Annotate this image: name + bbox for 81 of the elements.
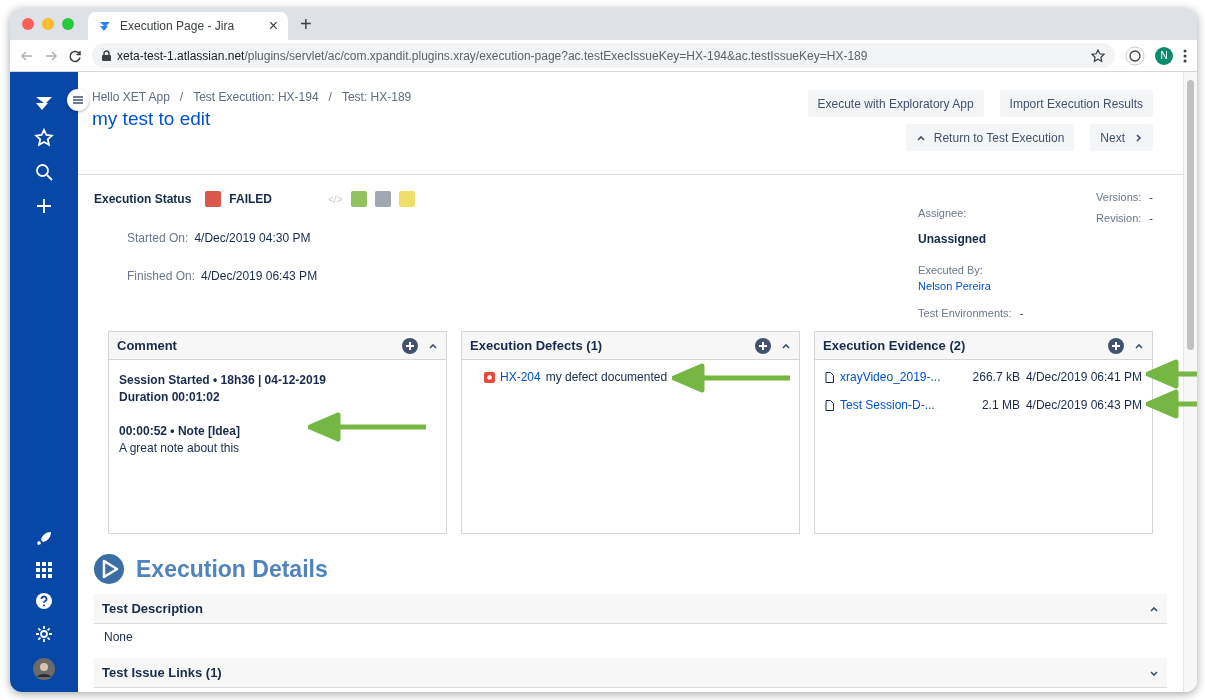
tab-title: Execution Page - Jira	[120, 19, 236, 33]
annotation-arrow	[1146, 359, 1197, 389]
annotation-arrow	[1146, 389, 1197, 419]
comment-text: Session Started • 18h36 | 04-12-2019	[119, 372, 326, 389]
close-tab-button[interactable]: ×	[268, 17, 278, 35]
add-icon[interactable]	[755, 337, 771, 354]
executed-by-link[interactable]: Nelson Pereira	[918, 280, 1097, 292]
section-header[interactable]: Test Issue Links (1)	[94, 658, 1167, 688]
app-grid-icon[interactable]	[36, 562, 52, 578]
scrollbar-thumb[interactable]	[1187, 80, 1194, 350]
comment-text: 00:00:52 • Note [Idea]	[119, 423, 240, 440]
reload-icon[interactable]	[68, 48, 82, 63]
file-date: 4/Dec/2019 06:41 PM	[1025, 370, 1142, 384]
comment-text: A great note about this	[119, 440, 240, 457]
breadcrumb-link[interactable]: Test Execution: HX-194	[193, 90, 319, 104]
status-label: Execution Status	[94, 192, 192, 206]
menu-icon	[73, 96, 83, 104]
assignee-value: Unassigned	[918, 232, 988, 246]
profile-avatar[interactable]: N	[1155, 46, 1173, 65]
lock-icon	[102, 50, 111, 61]
breadcrumb-link[interactable]: Hello XET App	[92, 90, 170, 104]
version-value: -	[1149, 191, 1153, 203]
status-value: FAILED	[229, 192, 273, 206]
section-header[interactable]: Test Description	[94, 594, 1167, 624]
search-icon[interactable]	[34, 162, 54, 182]
file-icon	[825, 399, 834, 411]
date-value: 4/Dec/2019 06:43 PM	[201, 269, 318, 283]
action-button[interactable]: Next	[1090, 124, 1153, 151]
create-icon[interactable]	[34, 196, 54, 216]
url-text: xeta-test-1.atlassian.net/plugins/servlet/ac/com.xpandit.plugins.xray/execution-page?ac.testExecIssueKey=HX-194&ac.testIssueKey=HX-189	[117, 48, 869, 63]
chevron-right-icon	[1133, 132, 1143, 143]
panel-title: Execution Defects (1)	[470, 338, 604, 353]
evidence-link[interactable]: xrayVideo_2019-...	[840, 370, 967, 384]
address-bar[interactable]: xeta-test-1.atlassian.net/plugins/servlet/ac/com.xpandit.plugins.xray/execution-page?ac.testExecIssueKey=HX-194&ac.testIssueKey=HX-189	[92, 43, 1115, 68]
jira-logo-icon	[98, 19, 112, 33]
action-button[interactable]: Return to Test Execution	[905, 124, 1075, 151]
file-date: 4/Dec/2019 06:43 PM	[1025, 398, 1142, 412]
version-label: Revision:	[1096, 212, 1142, 224]
version-value: -	[1149, 212, 1153, 224]
panel-title: Execution Evidence (2)	[823, 338, 967, 353]
section-text: None	[103, 629, 134, 646]
bug-icon	[484, 371, 495, 383]
action-button[interactable]: Execute with Exploratory App	[807, 90, 984, 117]
file-size: 266.7 kB	[972, 370, 1020, 384]
environments-label: Test Environments:	[918, 307, 1012, 319]
version-label: Versions:	[1096, 191, 1142, 203]
breadcrumb-separator: /	[328, 90, 332, 104]
comment-text: Duration 00:01:02	[119, 389, 220, 406]
date-value: 4/Dec/2019 04:30 PM	[194, 231, 311, 245]
play-logo-icon	[94, 554, 124, 584]
settings-icon[interactable]	[34, 624, 54, 644]
section-heading: Execution Details	[136, 555, 328, 583]
evidence-link[interactable]: Test Session-D-...	[840, 398, 976, 412]
add-icon[interactable]	[402, 337, 418, 354]
bookmark-star-icon[interactable]	[1091, 48, 1105, 63]
user-avatar[interactable]	[33, 658, 55, 680]
section-title: Test Issue Links (1)	[102, 665, 222, 680]
defect-link[interactable]: HX-204	[500, 370, 541, 384]
file-icon	[825, 371, 834, 383]
date-label: Started On:	[127, 231, 189, 245]
browser-tab[interactable]: Execution Page - Jira ×	[88, 12, 288, 40]
star-icon[interactable]	[34, 128, 54, 148]
sidebar-toggle-button[interactable]	[67, 89, 89, 111]
add-icon[interactable]	[1108, 337, 1124, 354]
help-icon[interactable]	[35, 592, 53, 610]
more-menu-icon[interactable]	[1183, 48, 1187, 63]
executed-by-label: Executed By:	[918, 264, 984, 276]
breadcrumb-separator: /	[179, 90, 184, 104]
section-title: Test Description	[102, 601, 203, 616]
defect-summary: my defect documented	[545, 370, 668, 384]
page-title: my test to edit	[92, 108, 212, 130]
extension-icon[interactable]	[1125, 45, 1145, 66]
environments-value: -	[1019, 307, 1024, 319]
date-label: Finished On:	[127, 269, 196, 283]
panel-title: Comment	[117, 338, 178, 353]
new-tab-button[interactable]: +	[300, 12, 312, 36]
action-button[interactable]: Import Execution Results	[999, 90, 1153, 117]
file-size: 2.1 MB	[981, 398, 1020, 412]
assignee-label: Assignee:	[918, 207, 968, 219]
rocket-icon[interactable]	[35, 530, 53, 548]
breadcrumb-link[interactable]: Test: HX-189	[341, 90, 412, 104]
